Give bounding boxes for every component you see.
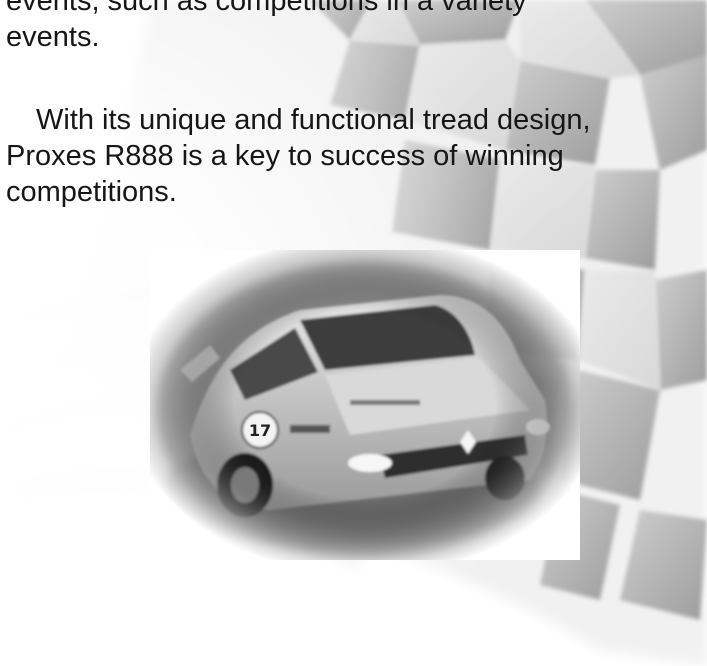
paragraph-2-line-2: Proxes R888 is a key to success of winni… — [6, 140, 564, 172]
paragraph-1-line-1: events, such as competitions in a variet… — [6, 0, 527, 17]
paragraph-2-line-3: competitions. — [6, 176, 177, 208]
paragraph-2-line-1: With its unique and functional tread des… — [36, 104, 591, 136]
document-page: 17 events, such as competitions in a var… — [0, 0, 707, 666]
rally-car-photo: 17 — [150, 250, 580, 560]
paragraph-1-line-2: events. — [6, 21, 100, 53]
